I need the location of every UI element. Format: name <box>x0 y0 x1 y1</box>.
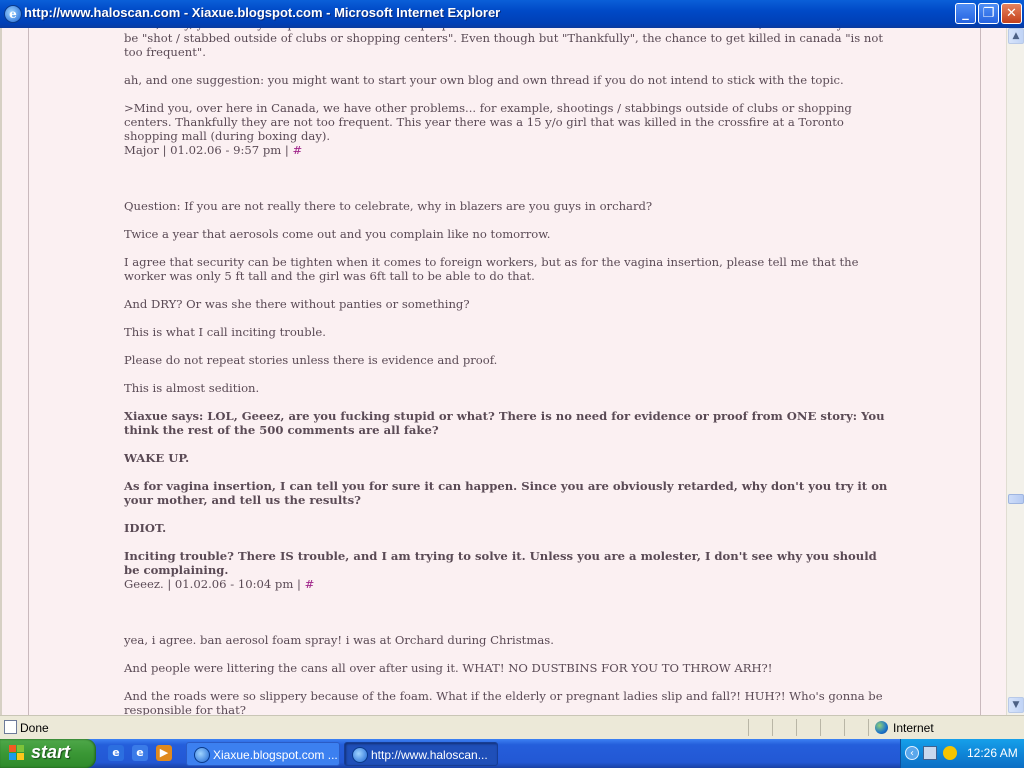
comment-paragraph: Twice a year that aerosols come out and … <box>124 227 551 241</box>
permalink-link[interactable]: # <box>293 143 303 157</box>
network-icon[interactable] <box>923 746 937 760</box>
vertical-scrollbar[interactable]: ▲ ▼ <box>1006 28 1024 715</box>
comment-separator <box>124 157 894 199</box>
comment-paragraph: This is what I call inciting trouble. <box>124 325 326 339</box>
comment-paragraph: This is almost sedition. <box>124 381 260 395</box>
clock[interactable]: 12:26 AM <box>967 746 1018 760</box>
blogger-reply: Xiaxue says: LOL, Geeez, are you fucking… <box>124 409 885 437</box>
status-divider <box>868 719 869 736</box>
page-content: MMX, okay, you made your point. i will t… <box>0 28 1006 715</box>
status-divider <box>748 719 749 736</box>
status-divider <box>844 719 845 736</box>
permalink-link[interactable]: # <box>305 577 315 591</box>
status-bar: Done Internet <box>0 715 1024 739</box>
comment-paragraph: MMX, okay, you made your point. i will t… <box>124 28 883 59</box>
ie-window-icon <box>352 747 368 763</box>
scroll-down-button[interactable]: ▼ <box>1008 697 1024 713</box>
comment-author-date: Geeez. | 01.02.06 - 10:04 pm | <box>124 577 301 591</box>
minimize-icon: _ <box>962 6 969 21</box>
status-divider <box>796 719 797 736</box>
arrow-up-icon: ▲ <box>1012 31 1020 41</box>
restore-button[interactable]: ❐ <box>978 3 999 24</box>
system-tray: ‹ 12:26 AM <box>900 739 1024 768</box>
page-done-icon <box>4 720 17 734</box>
comment-paragraph: And the roads were so slippery because o… <box>124 689 883 715</box>
ie-window-icon <box>194 747 210 763</box>
minimize-button[interactable]: _ <box>955 3 976 24</box>
taskbar-item-xiaxue[interactable]: Xiaxue.blogspot.com ... <box>186 742 340 766</box>
arrow-down-icon: ▼ <box>1012 700 1020 710</box>
start-label: start <box>31 742 71 762</box>
task-label: http://www.haloscan... <box>371 748 488 762</box>
comment-signature: Major | 01.02.06 - 9:57 pm | # <box>124 143 894 157</box>
comment-paragraph: And people were littering the cans all o… <box>124 661 773 675</box>
task-label: Xiaxue.blogspot.com ... <box>213 748 338 762</box>
comment-author-date: Major | 01.02.06 - 9:57 pm | <box>124 143 289 157</box>
title-bar[interactable]: e http://www.haloscan.com - Xiaxue.blogs… <box>0 0 1024 28</box>
close-icon: ✕ <box>1006 6 1017 21</box>
comment-paragraph: Question: If you are not really there to… <box>124 199 653 213</box>
blogger-reply: As for vagina insertion, I can tell you … <box>124 479 888 507</box>
comment-separator <box>124 591 894 633</box>
status-text: Done <box>20 721 49 735</box>
scroll-up-button[interactable]: ▲ <box>1008 28 1024 44</box>
comment-anonymous: yea, i agree. ban aerosol foam spray! i … <box>124 633 894 715</box>
messenger-icon[interactable] <box>943 746 957 760</box>
comment-paragraph: And DRY? Or was she there without pantie… <box>124 297 470 311</box>
show-hidden-icons-button[interactable]: ‹ <box>905 746 919 760</box>
comment-paragraph: >Mind you, over here in Canada, we have … <box>124 101 852 143</box>
blogger-reply: IDIOT. <box>124 521 167 535</box>
internet-zone-icon <box>875 721 888 734</box>
comment-paragraph: ah, and one suggestion: you might want t… <box>124 73 844 87</box>
blogger-reply: Inciting trouble? There IS trouble, and … <box>124 549 877 577</box>
comment-list: MMX, okay, you made your point. i will t… <box>124 28 894 715</box>
taskbar: start e e ▶ Xiaxue.blogspot.com ... http… <box>0 739 1024 768</box>
internet-explorer-icon: e <box>4 5 22 23</box>
right-page-border <box>980 28 981 715</box>
status-divider <box>772 719 773 736</box>
status-divider <box>820 719 821 736</box>
comment-paragraph: yea, i agree. ban aerosol foam spray! i … <box>124 633 554 647</box>
comment-geeez: Question: If you are not really there to… <box>124 199 894 591</box>
comment-major: MMX, okay, you made your point. i will t… <box>124 28 894 157</box>
comment-signature: Geeez. | 01.02.06 - 10:04 pm | # <box>124 577 894 591</box>
start-button[interactable]: start <box>0 739 96 768</box>
windows-logo-icon <box>9 745 25 761</box>
taskbar-item-haloscan[interactable]: http://www.haloscan... <box>344 742 498 766</box>
security-zone-label: Internet <box>893 721 934 735</box>
restore-icon: ❐ <box>982 6 995 21</box>
window-title: http://www.haloscan.com - Xiaxue.blogspo… <box>24 5 501 20</box>
quicklaunch-browser-icon[interactable]: e <box>132 745 148 761</box>
left-page-border <box>28 28 29 715</box>
comment-paragraph: I agree that security can be tighten whe… <box>124 255 859 283</box>
quicklaunch-ie-icon[interactable]: e <box>108 745 124 761</box>
scroll-thumb[interactable] <box>1008 494 1024 504</box>
quicklaunch-media-player-icon[interactable]: ▶ <box>156 745 172 761</box>
blogger-reply: WAKE UP. <box>124 451 190 465</box>
comment-paragraph: Please do not repeat stories unless ther… <box>124 353 498 367</box>
close-button[interactable]: ✕ <box>1001 3 1022 24</box>
